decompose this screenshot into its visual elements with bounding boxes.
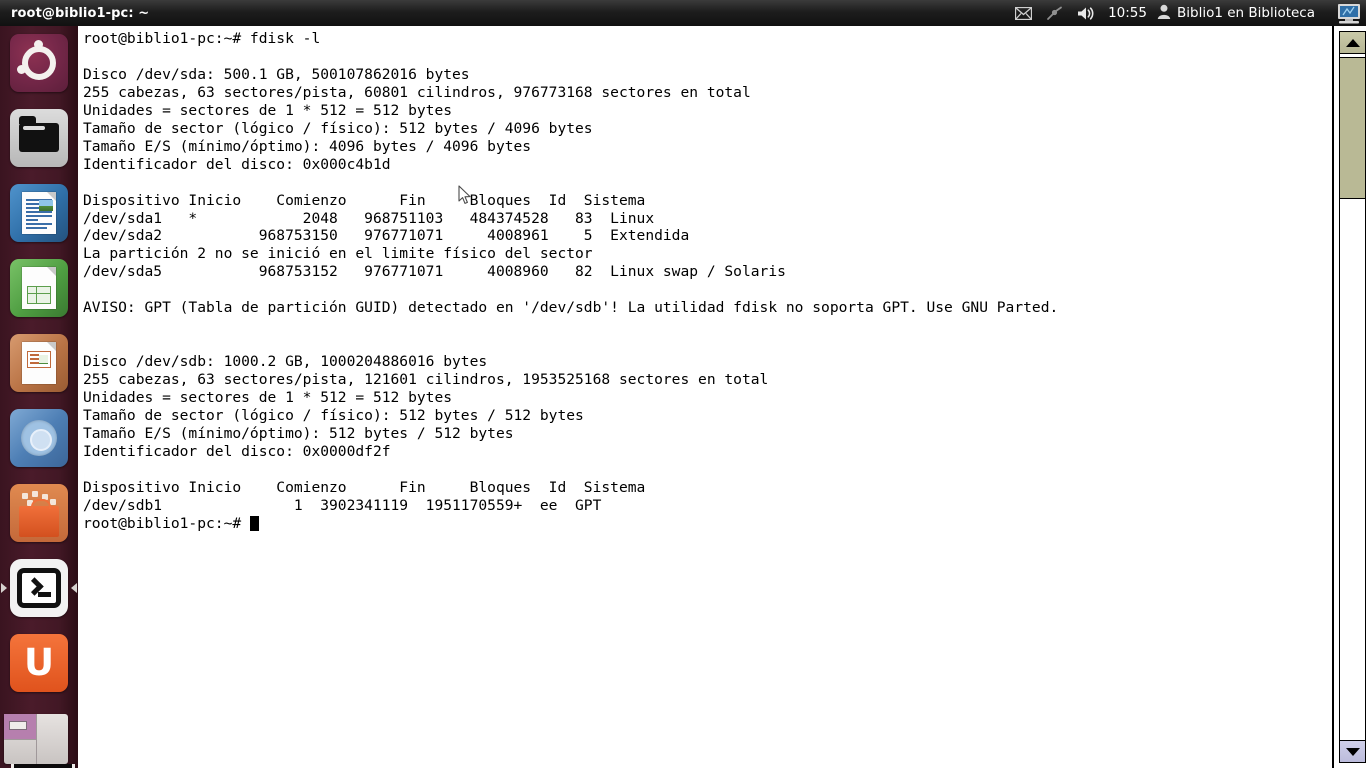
terminal-line: Identificador del disco: 0x0000df2f [83,442,391,460]
terminal-icon [10,558,68,617]
terminal-line: Identificador del disco: 0x000c4b1d [83,155,391,173]
workspace-base [11,764,75,768]
unity-launcher: U [0,26,78,768]
terminal-text: root@biblio1-pc:~# fdisk -l Disco /dev/s… [83,30,1332,533]
terminal-line: 255 cabezas, 63 sectores/pista, 60801 ci… [83,83,751,101]
terminal-scrollbar[interactable] [1332,26,1366,768]
terminal-line: Disco /dev/sdb: 1000.2 GB, 1000204886016… [83,353,488,371]
launcher-item-software-center[interactable] [0,475,78,550]
system-tray: 10:55 Biblio1 en Biblioteca [1008,0,1366,26]
workspace-switcher-icon [4,714,68,764]
terminal-line: Tamaño de sector (lógico / físico): 512 … [83,407,584,425]
terminal-line: Dispositivo Inicio Comienzo Fin Bloques … [83,478,646,496]
launcher-item-workspace-switcher[interactable] [0,700,78,768]
network-disconnected-icon[interactable] [1039,0,1070,26]
terminal-line: 255 cabezas, 63 sectores/pista, 121601 c… [83,371,769,389]
terminal-line: /dev/sda5 968753152 976771071 4008960 82… [83,263,786,281]
window-title: root@biblio1-pc: ~ [11,5,150,21]
launcher-item-chromium[interactable] [0,400,78,475]
terminal-line: root@biblio1-pc:~# [83,515,1332,533]
terminal-line: Unidades = sectores de 1 * 512 = 512 byt… [83,389,453,407]
top-panel: root@biblio1-pc: ~ 10:55 Biblio1 en Bibl… [0,0,1366,26]
ubuntu-logo-icon [10,34,68,92]
terminal-line: La partición 2 no se inició en el limite… [83,245,593,263]
launcher-item-ubuntu-dash[interactable] [0,26,78,100]
scrollbar-thumb[interactable] [1339,57,1366,199]
scroll-up-icon[interactable] [1339,31,1366,54]
terminal-line: /dev/sda2 968753150 976771071 4008961 5 … [83,227,690,245]
terminal-line: Dispositivo Inicio Comienzo Fin Bloques … [83,191,646,209]
document-icon [10,183,68,242]
user-menu[interactable]: Biblio1 en Biblioteca [1153,4,1329,23]
terminal-line: root@biblio1-pc:~# fdisk -l [83,30,321,47]
speaker-icon[interactable] [1070,0,1102,26]
clock[interactable]: 10:55 [1102,0,1153,26]
user-label: Biblio1 en Biblioteca [1176,5,1315,21]
presentation-icon [10,333,68,392]
terminal-output-area[interactable]: root@biblio1-pc:~# fdisk -l Disco /dev/s… [78,26,1332,768]
launcher-item-libreoffice-calc[interactable] [0,250,78,325]
terminal-line: /dev/sda1 * 2048 968751103 484374528 83 … [83,209,655,227]
terminal-line: /dev/sdb1 1 3902341119 1951170559+ ee GP… [83,496,602,514]
terminal-line: Disco /dev/sda: 500.1 GB, 500107862016 b… [83,65,470,83]
folder-icon [10,108,68,167]
chromium-icon [10,408,68,467]
user-avatar-icon [1157,4,1171,23]
terminal-line: Unidades = sectores de 1 * 512 = 512 byt… [83,101,453,119]
spreadsheet-icon [10,258,68,317]
shopping-bag-icon [10,483,68,542]
terminal-cursor [249,515,259,531]
ubuntu-one-icon: U [10,633,68,692]
envelope-icon[interactable] [1008,0,1039,26]
launcher-item-libreoffice-impress[interactable] [0,325,78,400]
running-indicator-left [1,582,7,593]
terminal-line: Tamaño E/S (mínimo/óptimo): 512 bytes / … [83,424,514,442]
launcher-item-libreoffice-writer[interactable] [0,175,78,250]
terminal-line: Tamaño E/S (mínimo/óptimo): 4096 bytes /… [83,137,532,155]
monitor-icon[interactable] [1329,0,1366,26]
launcher-item-files[interactable] [0,100,78,175]
launcher-item-ubuntu-one[interactable]: U [0,625,78,700]
terminal-window[interactable]: root@biblio1-pc:~# fdisk -l Disco /dev/s… [78,26,1366,768]
focused-indicator-right [71,582,77,593]
launcher-item-terminal[interactable] [0,550,78,625]
terminal-line: AVISO: GPT (Tabla de partición GUID) det… [83,299,1059,317]
scroll-down-icon[interactable] [1339,740,1366,763]
terminal-line: Tamaño de sector (lógico / físico): 512 … [83,119,593,137]
desktop-screen: root@biblio1-pc: ~ 10:55 Biblio1 en Bibl… [0,0,1366,768]
